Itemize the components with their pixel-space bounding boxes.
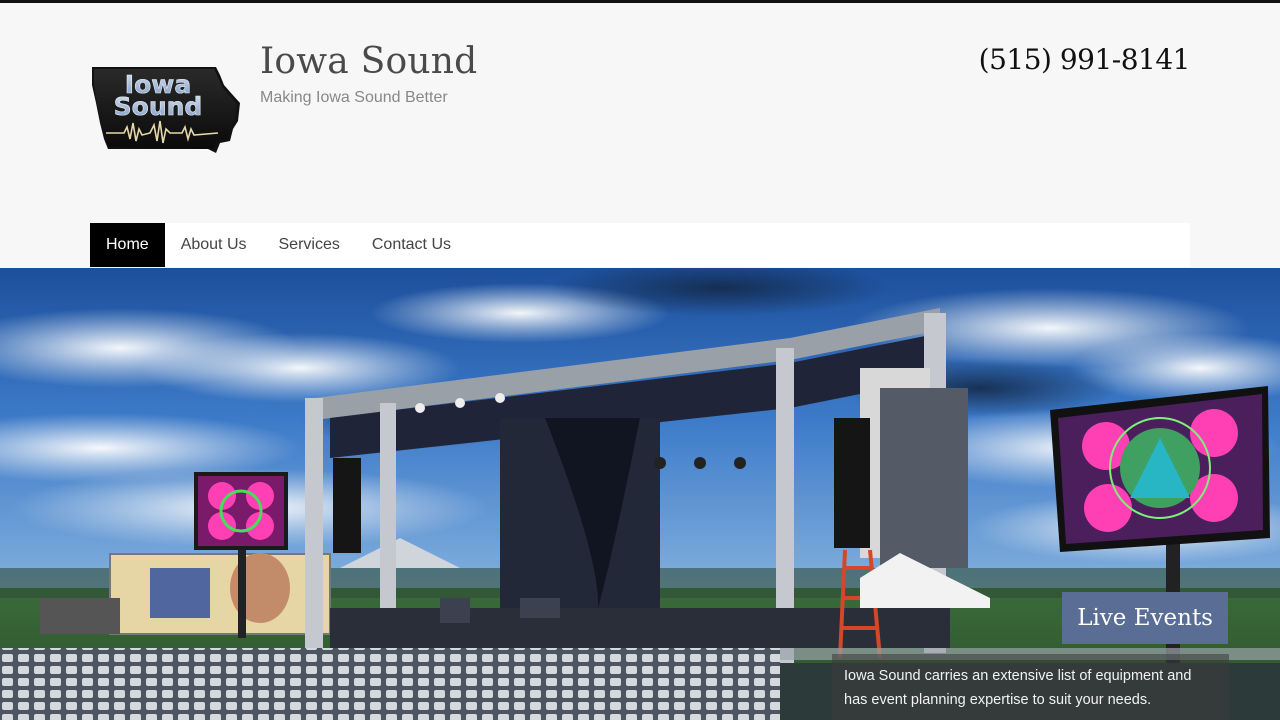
hero-image-concert-stage: [0, 268, 1280, 720]
site-header: Iowa Sound Iowa Sound Making Iowa Sound …: [0, 3, 1280, 223]
logo-text-sound: Sound: [114, 92, 203, 121]
slider-caption-title: Live Events: [1062, 592, 1228, 644]
site-title[interactable]: Iowa Sound: [260, 41, 477, 82]
nav-item-home[interactable]: Home: [90, 223, 165, 267]
main-nav: Home About Us Services Contact Us: [90, 223, 1190, 267]
iowa-sound-logo[interactable]: Iowa Sound: [90, 63, 242, 157]
nav-item-about-us[interactable]: About Us: [165, 223, 263, 267]
slider-caption-text: Iowa Sound carries an extensive list of …: [832, 654, 1229, 720]
nav-item-contact-us[interactable]: Contact Us: [356, 223, 467, 267]
nav-item-services[interactable]: Services: [263, 223, 356, 267]
hero-slider[interactable]: [0, 268, 1280, 720]
site-tagline: Making Iowa Sound Better: [260, 89, 448, 106]
phone-number[interactable]: (515) 991-8141: [979, 43, 1191, 76]
